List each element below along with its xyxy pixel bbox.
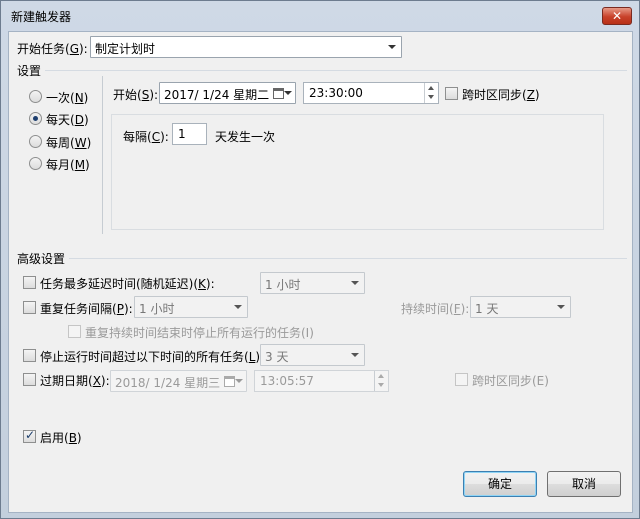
start-time-input[interactable]: 23:30:00: [303, 82, 439, 104]
interval-value: 1: [178, 127, 186, 141]
delay-label: 任务最多延迟时间(随机延迟)(K):: [40, 277, 215, 291]
dialog-title: 新建触发器: [11, 10, 72, 24]
start-task-label: 开始任务(G):: [17, 42, 88, 56]
start-sync-timezone-label: 跨时区同步(Z): [462, 88, 540, 102]
expire-label: 过期日期(X):: [40, 374, 110, 388]
radio-once-label: 一次(N): [46, 91, 89, 105]
start-task-value: 制定计划时: [95, 42, 156, 56]
start-date-value: 2017/ 1/24 星期二: [164, 88, 270, 102]
radio-daily[interactable]: [29, 112, 42, 125]
settings-group-title: 设置: [17, 64, 42, 78]
spin-up-icon: [428, 86, 434, 90]
duration-value: 1 天: [475, 302, 499, 316]
start-time-spinner[interactable]: [424, 83, 438, 103]
enabled-checkbox[interactable]: [23, 428, 36, 443]
interval-input[interactable]: 1: [172, 123, 207, 145]
expire-checkbox[interactable]: [23, 373, 36, 386]
settings-vertical-separator: [102, 76, 103, 234]
new-trigger-dialog: 新建触发器 ✕ 开始任务(G): 制定计划时 设置 一次(N) 每天(D) 每周…: [0, 0, 640, 519]
repeat-interval-dropdown[interactable]: 1 小时: [134, 296, 248, 318]
close-button[interactable]: ✕: [602, 7, 632, 25]
ok-button[interactable]: 确定: [463, 471, 537, 497]
expire-date-value: 2018/ 1/24 星期三: [115, 376, 221, 390]
stop-if-longer-label: 停止运行时间超过以下时间的所有任务(L):: [40, 350, 264, 364]
expire-sync-timezone-checkbox[interactable]: [455, 373, 468, 386]
start-datetime-label: 开始(S):: [113, 88, 159, 102]
repeat-label: 重复任务间隔(P):: [40, 302, 133, 316]
duration-label: 持续时间(F):: [401, 302, 470, 316]
chevron-down-icon: [234, 305, 242, 309]
spin-up-icon: [378, 374, 384, 378]
dialog-client-area: 开始任务(G): 制定计划时 设置 一次(N) 每天(D) 每周(W) 每月(M…: [8, 31, 633, 513]
calendar-icon: [224, 376, 235, 387]
chevron-down-icon: [284, 91, 292, 95]
advanced-group-title: 高级设置: [17, 252, 66, 266]
spin-down-icon: [428, 95, 434, 99]
chevron-down-icon: [235, 379, 243, 383]
radio-weekly[interactable]: [29, 135, 42, 148]
radio-once[interactable]: [29, 90, 42, 103]
expire-time-input[interactable]: 13:05:57: [254, 370, 389, 392]
calendar-icon: [273, 88, 284, 99]
chevron-down-icon: [557, 305, 565, 309]
chevron-down-icon: [351, 353, 359, 357]
title-bar[interactable]: 新建触发器 ✕: [1, 1, 639, 31]
radio-daily-label: 每天(D): [46, 113, 89, 127]
start-time-value: 23:30:00: [309, 86, 363, 100]
radio-weekly-label: 每周(W): [46, 136, 92, 150]
radio-monthly[interactable]: [29, 157, 42, 170]
delay-value: 1 小时: [265, 278, 301, 292]
chevron-down-icon: [351, 281, 359, 285]
chevron-down-icon: [388, 45, 396, 49]
delay-dropdown[interactable]: 1 小时: [260, 272, 365, 294]
duration-dropdown[interactable]: 1 天: [470, 296, 571, 318]
enabled-label: 启用(B): [40, 431, 82, 445]
expire-time-spinner[interactable]: [374, 371, 388, 391]
stop-all-at-end-label: 重复持续时间结束时停止所有运行的任务(I): [85, 326, 314, 340]
repeat-interval-value: 1 小时: [139, 302, 175, 316]
stop-if-longer-dropdown[interactable]: 3 天: [260, 344, 365, 366]
interval-label: 每隔(C):: [123, 130, 169, 144]
interval-unit-label: 天发生一次: [215, 130, 276, 144]
advanced-group-divider: [69, 258, 627, 259]
spin-down-icon: [378, 383, 384, 387]
start-task-dropdown[interactable]: 制定计划时: [90, 36, 402, 58]
delay-checkbox[interactable]: [23, 276, 36, 289]
start-date-picker[interactable]: 2017/ 1/24 星期二: [159, 82, 296, 104]
cancel-button[interactable]: 取消: [547, 471, 621, 497]
expire-date-picker[interactable]: 2018/ 1/24 星期三: [110, 370, 247, 392]
expire-sync-timezone-label: 跨时区同步(E): [472, 374, 549, 388]
stop-if-longer-checkbox[interactable]: [23, 349, 36, 362]
repeat-checkbox[interactable]: [23, 301, 36, 314]
start-sync-timezone-checkbox[interactable]: [445, 87, 458, 100]
stop-if-longer-value: 3 天: [265, 350, 289, 364]
settings-group-divider: [45, 70, 627, 71]
stop-all-at-end-checkbox[interactable]: [68, 325, 81, 338]
radio-monthly-label: 每月(M): [46, 158, 90, 172]
expire-time-value: 13:05:57: [260, 374, 314, 388]
